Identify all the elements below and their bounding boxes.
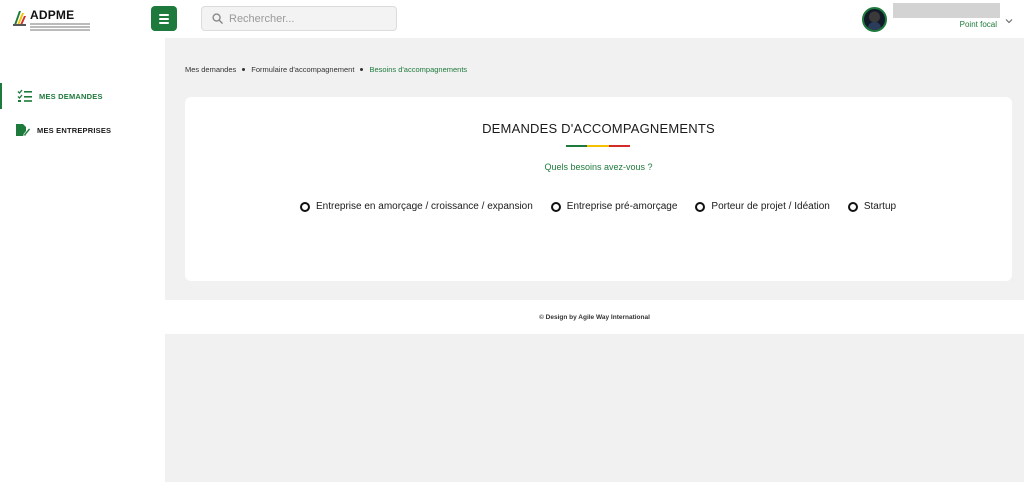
breadcrumb-item[interactable]: Mes demandes bbox=[185, 65, 236, 74]
radio-label: Entreprise pré-amorçage bbox=[566, 201, 678, 212]
radio-label: Porteur de projet / Idéation bbox=[711, 201, 830, 212]
radio-button[interactable] bbox=[550, 201, 561, 212]
app-logo[interactable]: ADPME bbox=[12, 9, 90, 31]
logo-subtitle-graphic bbox=[30, 22, 90, 31]
breadcrumb-current: Besoins d'accompagnements bbox=[369, 65, 468, 74]
chevron-down-icon[interactable] bbox=[1004, 16, 1014, 26]
search-box[interactable] bbox=[201, 6, 397, 31]
logo-title: ADPME bbox=[30, 8, 75, 22]
search-icon bbox=[212, 13, 223, 24]
radio-label: Startup bbox=[863, 201, 897, 212]
search-input[interactable] bbox=[229, 12, 389, 25]
sidebar: MES DEMANDES MES ENTREPRISES bbox=[0, 38, 165, 482]
breadcrumb-item[interactable]: Formulaire d'accompagnement bbox=[251, 65, 354, 74]
needs-card: DEMANDES D'ACCOMPAGNEMENTS Quels besoins… bbox=[185, 97, 1012, 281]
radio-label: Entreprise en amorçage / croissance / ex… bbox=[316, 201, 533, 212]
breadcrumb-separator bbox=[360, 68, 364, 71]
document-edit-icon bbox=[16, 124, 31, 137]
user-role: Point focal bbox=[959, 20, 997, 29]
sidebar-item-mes-entreprises[interactable]: MES ENTREPRISES bbox=[0, 117, 165, 143]
footer-credit: © Design by Agile Way International bbox=[539, 313, 650, 321]
radio-option-amorcage[interactable]: Entreprise en amorçage / croissance / ex… bbox=[300, 201, 533, 212]
radio-button[interactable] bbox=[300, 201, 310, 212]
radio-button[interactable] bbox=[695, 201, 706, 212]
sidebar-item-mes-demandes[interactable]: MES DEMANDES bbox=[0, 83, 165, 109]
logo-mark-icon bbox=[12, 9, 27, 27]
title-underline-tricolor bbox=[566, 145, 630, 147]
radio-option-startup[interactable]: Startup bbox=[847, 201, 897, 212]
footer: © Design by Agile Way International bbox=[165, 300, 1024, 334]
needs-radio-group: Entreprise en amorçage / croissance / ex… bbox=[300, 201, 914, 212]
checklist-icon bbox=[17, 89, 32, 102]
radio-button[interactable] bbox=[847, 201, 858, 212]
hamburger-icon bbox=[159, 13, 169, 25]
menu-toggle-button[interactable] bbox=[151, 6, 177, 31]
radio-option-porteur-projet[interactable]: Porteur de projet / Idéation bbox=[695, 201, 830, 212]
breadcrumb-separator bbox=[242, 68, 246, 71]
breadcrumb: Mes demandes Formulaire d'accompagnement… bbox=[185, 65, 467, 74]
top-header: ADPME Point focal bbox=[0, 0, 1024, 38]
user-name-redacted bbox=[893, 3, 1000, 18]
question-text: Quels besoins avez-vous ? bbox=[544, 162, 653, 172]
user-avatar[interactable] bbox=[862, 7, 887, 32]
main-content: Mes demandes Formulaire d'accompagnement… bbox=[165, 38, 1024, 482]
sidebar-item-label: MES ENTREPRISES bbox=[37, 125, 112, 135]
page-title: DEMANDES D'ACCOMPAGNEMENTS bbox=[482, 121, 715, 136]
sidebar-item-label: MES DEMANDES bbox=[39, 91, 103, 101]
radio-option-pre-amorcage[interactable]: Entreprise pré-amorçage bbox=[550, 201, 678, 212]
